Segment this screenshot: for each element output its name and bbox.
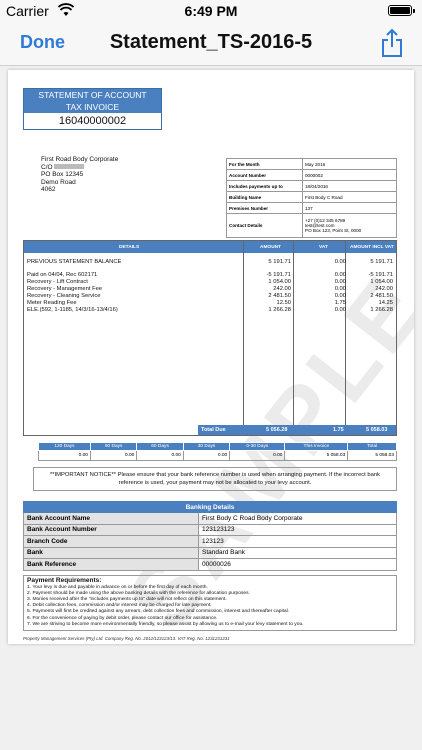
aging-value: 0.00 — [38, 450, 91, 461]
building-label: Building Name — [226, 191, 303, 203]
banking-details-table: Banking Details Bank Account Name First B… — [23, 501, 397, 571]
table-row: Paid on 04/04, Rec 602171 -5 191.71 0.00… — [27, 272, 393, 278]
aging-value: 5 058.03 — [284, 450, 349, 461]
table-row: Bank Reference 00000026 — [23, 558, 397, 571]
aging-header: 60 Days — [136, 442, 184, 451]
total-amount: 5 056.28 — [266, 427, 288, 433]
account-value: 0000002 — [302, 169, 397, 181]
table-row: Bank Account Name First Body C Road Body … — [23, 512, 397, 525]
details-header: DETAILS AMOUNT VAT AMOUNT INCL VAT — [24, 241, 396, 253]
address-line2: PO Box 12345 — [41, 171, 84, 179]
total-due-row: Total Due 5 056.28 1.75 5 058.03 — [198, 425, 396, 435]
details-header-label: DETAILS — [119, 245, 140, 250]
aging-value: 0.00 — [182, 450, 231, 461]
screen: Carrier 6:49 PM Done Statement_TS-2016-5… — [0, 0, 422, 750]
address-name: First Road Body Corporate — [41, 156, 119, 163]
table-row: Recovery - Cleaning Service 2 481.50 0.0… — [27, 293, 393, 299]
contact-value: +27 (0)12 345 6789 test@test.com PO Box … — [302, 213, 397, 238]
redacted-block — [54, 164, 85, 170]
aging-value: 0.00 — [89, 450, 138, 461]
aging-header: 30 Days — [182, 442, 231, 451]
table-row: Bank Standard Bank — [23, 546, 397, 559]
payments-value: 18/04/2016 — [302, 180, 397, 192]
banking-title: Banking Details — [23, 501, 397, 513]
incl-header-label: AMOUNT INCL VAT — [350, 245, 394, 250]
table-row: ELE.(592, 1-1185, 14/3/16-13/4/16) 1 266… — [27, 307, 393, 313]
account-info-table: For the Month May 2016 Account Number 0000… — [226, 158, 397, 238]
month-label: For the Month — [226, 158, 303, 170]
aging-header: 90 Days — [89, 442, 138, 451]
status-bar: Carrier 6:49 PM — [0, 0, 422, 22]
aging-value: 5 058.03 — [347, 450, 397, 461]
payment-requirements: Payment Requirements: 1. Your levy is du… — [23, 575, 397, 631]
address-line4: 4062 — [41, 186, 56, 194]
col-divider — [293, 241, 294, 435]
invoice-number: 16040000002 — [58, 115, 127, 127]
vat-header-label: VAT — [319, 245, 328, 250]
total-vat: 1.75 — [333, 427, 344, 433]
statement-title-line1: STATEMENT OF ACCOUNT — [24, 89, 161, 101]
battery-icon — [388, 5, 415, 16]
company-footer: Property Management Services (Pty) Ltd. … — [23, 636, 230, 641]
statement-document[interactable]: SAMPLE STATEMENT OF ACCOUNT TAX INVOICE … — [8, 70, 414, 644]
aging-header: 120 Days — [38, 442, 91, 451]
total-incl: 5 058.03 — [366, 427, 388, 433]
table-row: Bank Account Number 123123123 — [23, 523, 397, 536]
requirements-title: Payment Requirements: — [27, 577, 102, 584]
aging-value: 0.00 — [136, 450, 184, 461]
share-icon — [382, 28, 402, 57]
table-row: Meter Reading Fee 12.50 1.75 14.25 — [27, 300, 393, 306]
table-row: Recovery - Management Fee 242.00 0.00 24… — [27, 286, 393, 292]
list-item: 7. We are striving to become more enviro… — [27, 621, 304, 627]
address-co: C/O — [41, 164, 118, 172]
amount-header-label: AMOUNT — [260, 245, 282, 250]
table-row: Recovery - Lift Contract 1 054.00 0.00 1… — [27, 279, 393, 285]
col-divider — [345, 241, 346, 435]
statement-title-box: STATEMENT OF ACCOUNT TAX INVOICE 1604000… — [23, 88, 162, 130]
recipient-address: First Road Body Corporate C/O PO Box 123… — [41, 156, 118, 194]
aging-header: 0-30 Days — [229, 442, 286, 451]
aging-header: Total — [347, 442, 397, 451]
table-row: Branch Code 123123 — [23, 535, 397, 548]
aging-value: 0.00 — [229, 450, 286, 461]
share-button[interactable] — [380, 28, 404, 58]
important-notice: **IMPORTANT NOTICE** Please ensure that … — [33, 467, 397, 491]
address-line3: Demo Road — [41, 178, 76, 186]
col-divider — [243, 241, 244, 435]
aging-header-row: 120 Days 90 Days 60 Days 30 Days 0-30 Da… — [38, 442, 397, 451]
aging-header: This Invoice — [284, 442, 349, 451]
clock: 6:49 PM — [184, 3, 238, 19]
month-value: May 2016 — [302, 158, 397, 170]
total-due-label: Total Due — [201, 427, 226, 433]
premises-value: 137 — [302, 202, 397, 214]
account-label: Account Number — [226, 169, 303, 181]
nav-bar: Done Statement_TS-2016-5 — [0, 22, 422, 66]
building-value: First Body C Road — [302, 191, 397, 203]
document-title: Statement_TS-2016-5 — [109, 31, 313, 53]
payments-label: Includes payments up to — [226, 180, 303, 192]
statement-title-line2: TAX INVOICE — [24, 101, 161, 113]
premises-label: Premises Number — [226, 202, 303, 214]
aging-value-row: 0.00 0.00 0.00 0.00 0.00 5 058.03 5 058.… — [38, 450, 397, 461]
aging-table: 120 Days 90 Days 60 Days 30 Days 0-30 Da… — [38, 442, 397, 461]
table-row: PREVIOUS STATEMENT BALANCE 5 191.71 0.00… — [27, 259, 393, 265]
details-table: DETAILS AMOUNT VAT AMOUNT INCL VAT PREVI… — [23, 240, 397, 436]
contact-label: Contact Details — [226, 213, 303, 238]
contact-box: PO Box 123, Point St, 0000 — [305, 228, 362, 233]
